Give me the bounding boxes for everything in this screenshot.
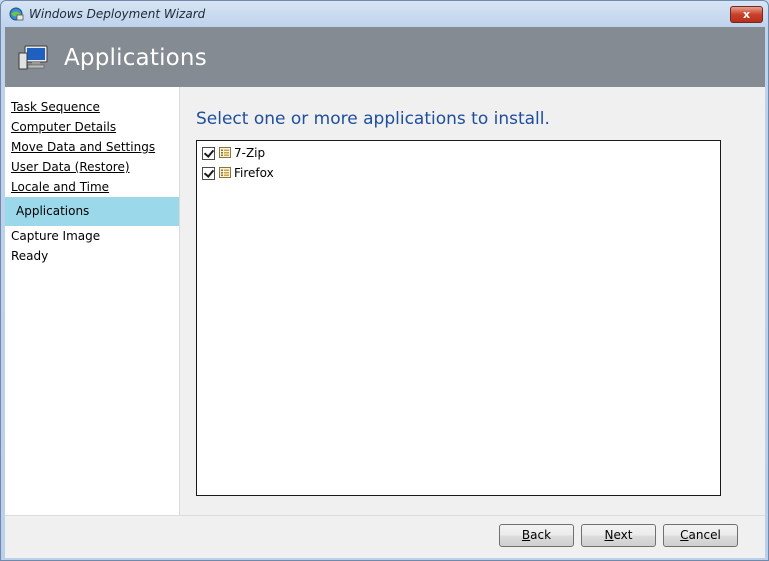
next-label: ext: [613, 528, 633, 542]
next-mnemonic: N: [604, 528, 614, 542]
applications-list[interactable]: 7-Zip Firefox: [196, 140, 721, 496]
cancel-label: ancel: [688, 528, 721, 542]
page-header: Applications: [5, 27, 765, 87]
sidebar-item-applications: Applications: [5, 197, 179, 226]
back-label: ack: [530, 528, 552, 542]
close-button[interactable]: x: [730, 6, 763, 23]
button-bar: Back Next Cancel: [5, 515, 765, 558]
application-icon: [219, 167, 231, 178]
main-panel: Select one or more applications to insta…: [179, 87, 765, 515]
sidebar-item-move-data-and-settings[interactable]: Move Data and Settings: [11, 140, 155, 154]
sidebar-item-task-sequence[interactable]: Task Sequence: [11, 100, 100, 114]
sidebar-item-capture-image: Capture Image: [11, 229, 101, 243]
next-button[interactable]: Next: [581, 524, 656, 547]
cancel-mnemonic: C: [680, 528, 689, 542]
cancel-button[interactable]: Cancel: [663, 524, 738, 547]
sidebar-item-user-data-restore[interactable]: User Data (Restore): [11, 160, 130, 174]
sidebar-item-computer-details[interactable]: Computer Details: [11, 120, 116, 134]
checkbox-7-zip[interactable]: [202, 147, 215, 160]
page-title: Applications: [64, 45, 207, 71]
sidebar-item-ready: Ready: [11, 249, 49, 263]
application-icon: [219, 147, 231, 158]
title-bar[interactable]: Windows Deployment Wizard x: [1, 1, 768, 27]
deployment-wizard-icon: [9, 7, 24, 21]
instruction-text: Select one or more applications to insta…: [196, 109, 550, 129]
sidebar-item-locale-and-time[interactable]: Locale and Time: [11, 180, 109, 194]
application-name: 7-Zip: [234, 146, 266, 160]
computer-icon: [18, 45, 48, 70]
close-icon: x: [742, 8, 751, 21]
back-mnemonic: B: [521, 528, 531, 542]
back-button[interactable]: Back: [499, 524, 574, 547]
window-title: Windows Deployment Wizard: [29, 7, 206, 21]
sidebar-item-label: Applications: [16, 204, 90, 218]
wizard-steps-sidebar: Task Sequence Computer Details Move Data…: [5, 87, 179, 515]
wizard-client-area: Applications Task Sequence Computer Deta…: [5, 27, 765, 558]
wizard-window: Windows Deployment Wizard x Applications…: [0, 0, 769, 561]
application-name: Firefox: [234, 166, 274, 180]
checkbox-firefox[interactable]: [202, 167, 215, 180]
